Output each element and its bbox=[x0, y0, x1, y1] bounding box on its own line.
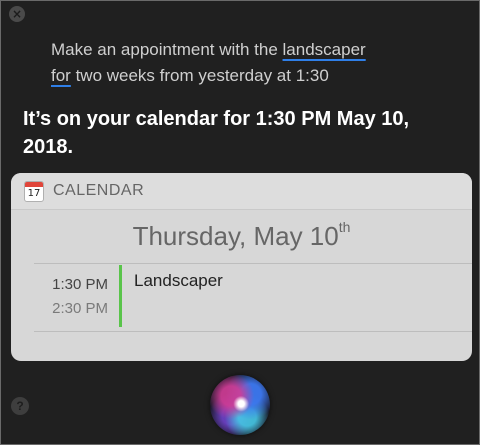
query-text-rest: two weeks from yesterday at 1:30 bbox=[70, 66, 329, 85]
event-color-bar bbox=[119, 265, 122, 327]
event-divider-bottom bbox=[34, 331, 472, 332]
siri-response: It’s on your calendar for 1:30 PM May 10… bbox=[23, 108, 410, 158]
calendar-card[interactable]: 17 CALENDAR Thursday, May 10th 1:30 PM 2… bbox=[11, 173, 472, 361]
event-divider-top bbox=[34, 263, 472, 264]
event-start-time: 1:30 PM bbox=[52, 276, 108, 293]
user-query: Make an appointment with the landscaper f… bbox=[51, 37, 451, 89]
event-title[interactable]: Landscaper bbox=[134, 271, 223, 291]
date-suffix: th bbox=[338, 219, 351, 235]
help-icon[interactable]: ? bbox=[11, 397, 29, 415]
event-times: 1:30 PM 2:30 PM bbox=[11, 273, 108, 321]
siri-window: × Make an appointment with the landscape… bbox=[0, 0, 480, 445]
card-header: 17 CALENDAR bbox=[11, 173, 472, 210]
query-highlight-landscaper[interactable]: landscaper bbox=[283, 40, 366, 59]
close-icon[interactable]: × bbox=[9, 6, 25, 22]
date-title: Thursday, May 10th bbox=[11, 219, 472, 252]
calendar-icon: 17 bbox=[24, 180, 44, 202]
date-row: Thursday, May 10th bbox=[11, 210, 472, 264]
query-text: Make an appointment with the bbox=[51, 40, 283, 59]
calendar-icon-day: 17 bbox=[27, 187, 41, 199]
app-label: CALENDAR bbox=[53, 182, 145, 199]
event-end-time: 2:30 PM bbox=[52, 300, 108, 317]
date-text: Thursday, May 10 bbox=[132, 221, 339, 251]
query-highlight-for[interactable]: for bbox=[51, 66, 71, 85]
siri-orb-icon[interactable] bbox=[210, 375, 270, 435]
